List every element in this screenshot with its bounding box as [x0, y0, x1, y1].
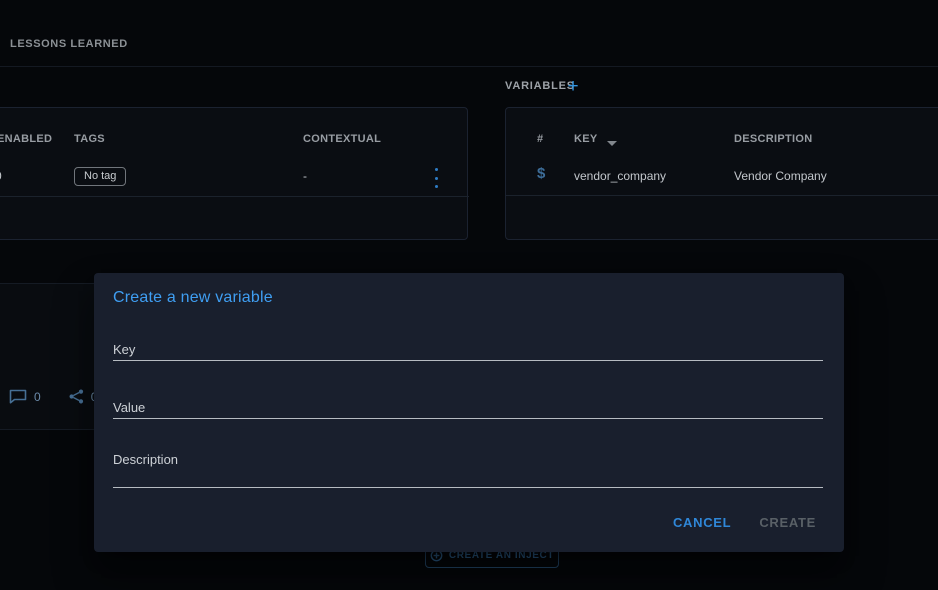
variable-description: Vendor Company — [734, 169, 827, 183]
dialog-actions: CANCEL CREATE — [671, 509, 818, 536]
tag-chip: No tag — [74, 167, 126, 186]
dollar-icon: $ — [537, 165, 545, 182]
dialog-title: Create a new variable — [113, 289, 273, 307]
variable-key: vendor_company — [574, 169, 666, 183]
header-divider — [0, 66, 938, 67]
description-input[interactable] — [113, 466, 823, 488]
comments-count: 0 — [34, 390, 41, 404]
column-header-description: DESCRIPTION — [734, 133, 812, 145]
column-header-num: # — [537, 133, 543, 145]
column-header-tags: TAGS — [74, 133, 105, 145]
value-input[interactable] — [113, 397, 823, 419]
description-label: Description — [113, 452, 178, 467]
column-header-key[interactable]: KEY — [574, 133, 598, 145]
plus-icon: + — [567, 77, 578, 96]
column-header-enabled: ENABLED — [0, 133, 52, 145]
injects-table-card: ENABLED TAGS CONTEXTUAL 0 No tag - — [0, 107, 468, 240]
create-button[interactable]: CREATE — [757, 509, 818, 536]
column-header-contextual: CONTEXTUAL — [303, 133, 381, 145]
contextual-value: - — [303, 169, 307, 183]
key-input[interactable] — [113, 339, 823, 361]
kebab-menu-icon[interactable] — [431, 168, 441, 188]
variables-table-card: # KEY DESCRIPTION $ vendor_company Vendo… — [505, 107, 938, 240]
cancel-button[interactable]: CANCEL — [671, 509, 733, 536]
comment-bubble-icon — [9, 389, 27, 404]
create-variable-dialog: Create a new variable Description CANCEL… — [94, 273, 844, 552]
sort-desc-icon[interactable] — [607, 141, 617, 146]
enabled-value: 0 — [0, 169, 2, 183]
share-icon — [69, 389, 84, 404]
page-title: LESSONS LEARNED — [10, 38, 128, 50]
lessons-learned-page: { "page": { "section_title": "LESSONS LE… — [0, 0, 938, 590]
activity-bar: 0 0 — [9, 389, 97, 404]
add-variable-button[interactable]: + — [562, 75, 584, 97]
row-divider — [0, 196, 469, 197]
comments-button[interactable]: 0 — [9, 389, 41, 404]
row-divider — [506, 195, 938, 196]
